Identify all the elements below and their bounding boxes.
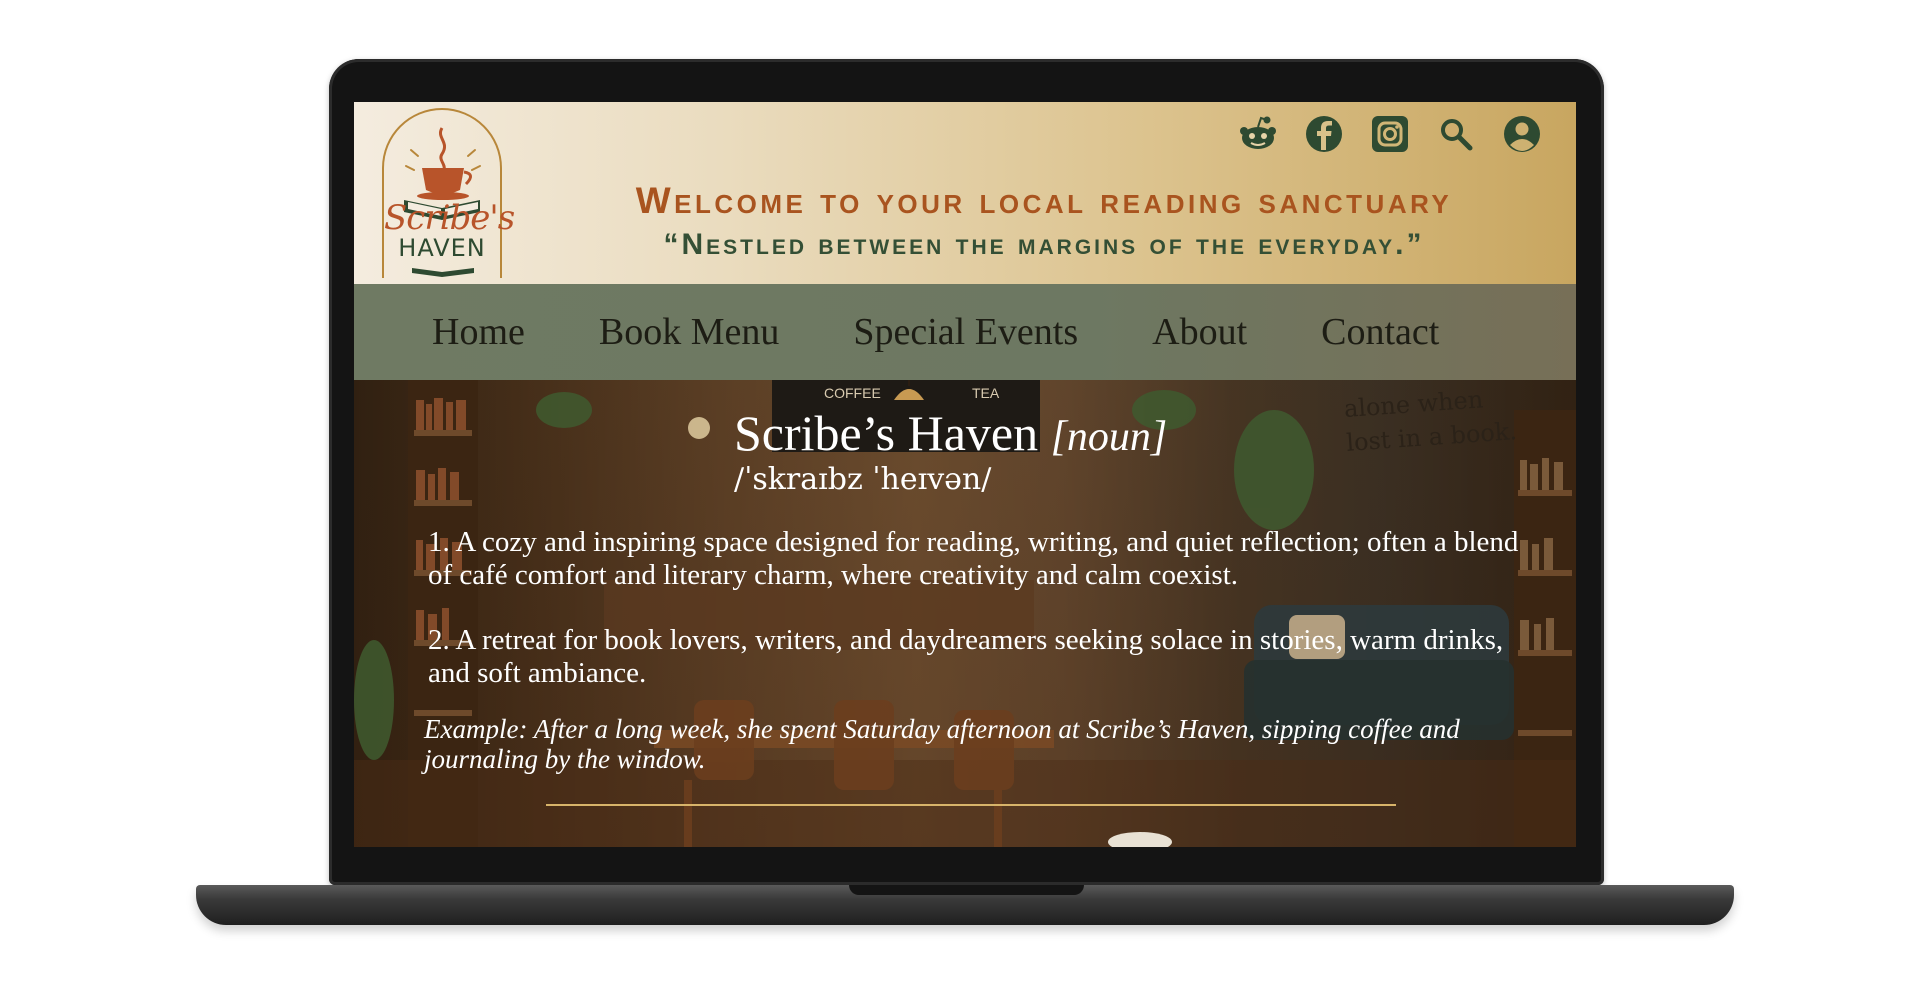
instagram-icon[interactable] xyxy=(1368,112,1412,156)
definition-example: Example: After a long week, she spent Sa… xyxy=(424,714,1460,774)
nav-item-book-menu[interactable]: Book Menu xyxy=(599,310,780,354)
logo-script-text: Scribe's xyxy=(384,198,515,238)
tagline-main: Welcome to your local reading sanctuary xyxy=(635,180,1453,221)
definition-meaning-1: 1. A cozy and inspiring space designed f… xyxy=(428,526,1519,591)
logo-haven-text: HAVEN xyxy=(398,234,486,262)
wall-quote-fragment: alone when lost in a book. xyxy=(1343,380,1518,460)
definition-term: Scribe’s Haven [noun] xyxy=(734,404,1167,462)
reddit-icon[interactable] xyxy=(1236,112,1280,156)
nav-item-about[interactable]: About xyxy=(1152,310,1247,354)
search-icon[interactable] xyxy=(1434,112,1478,156)
account-icon[interactable] xyxy=(1500,112,1544,156)
tea-sign: TEA xyxy=(972,385,1000,401)
site-header: Scribe's HAVEN Welcome to your local rea… xyxy=(354,102,1576,284)
definition-meaning-2: 2. A retreat for book lovers, writers, a… xyxy=(428,624,1504,689)
facebook-icon[interactable] xyxy=(1302,112,1346,156)
coffee-sign: COFFEE xyxy=(824,385,881,401)
header-icon-bar xyxy=(1236,112,1544,156)
hero-divider xyxy=(546,804,1396,806)
tagline-sub: “Nestled between the margins of the ever… xyxy=(663,228,1425,261)
main-nav: Home Book Menu Special Events About Cont… xyxy=(354,284,1576,380)
definition-term-text: Scribe’s Haven xyxy=(734,405,1039,461)
site-logo[interactable]: Scribe's HAVEN xyxy=(382,108,515,278)
laptop-notch xyxy=(849,885,1084,895)
nav-item-contact[interactable]: Contact xyxy=(1321,310,1439,354)
laptop-screen: Scribe's HAVEN Welcome to your local rea… xyxy=(354,102,1576,847)
nav-item-home[interactable]: Home xyxy=(432,310,525,354)
nav-item-special-events[interactable]: Special Events xyxy=(853,310,1078,354)
hero-section: COFFEE TEA alone when lost in a book. Sc… xyxy=(354,380,1576,847)
definition-pronunciation: /ˈskraɪbz ˈheɪvən/ xyxy=(734,462,992,497)
definition-part-of-speech: [noun] xyxy=(1050,414,1168,460)
